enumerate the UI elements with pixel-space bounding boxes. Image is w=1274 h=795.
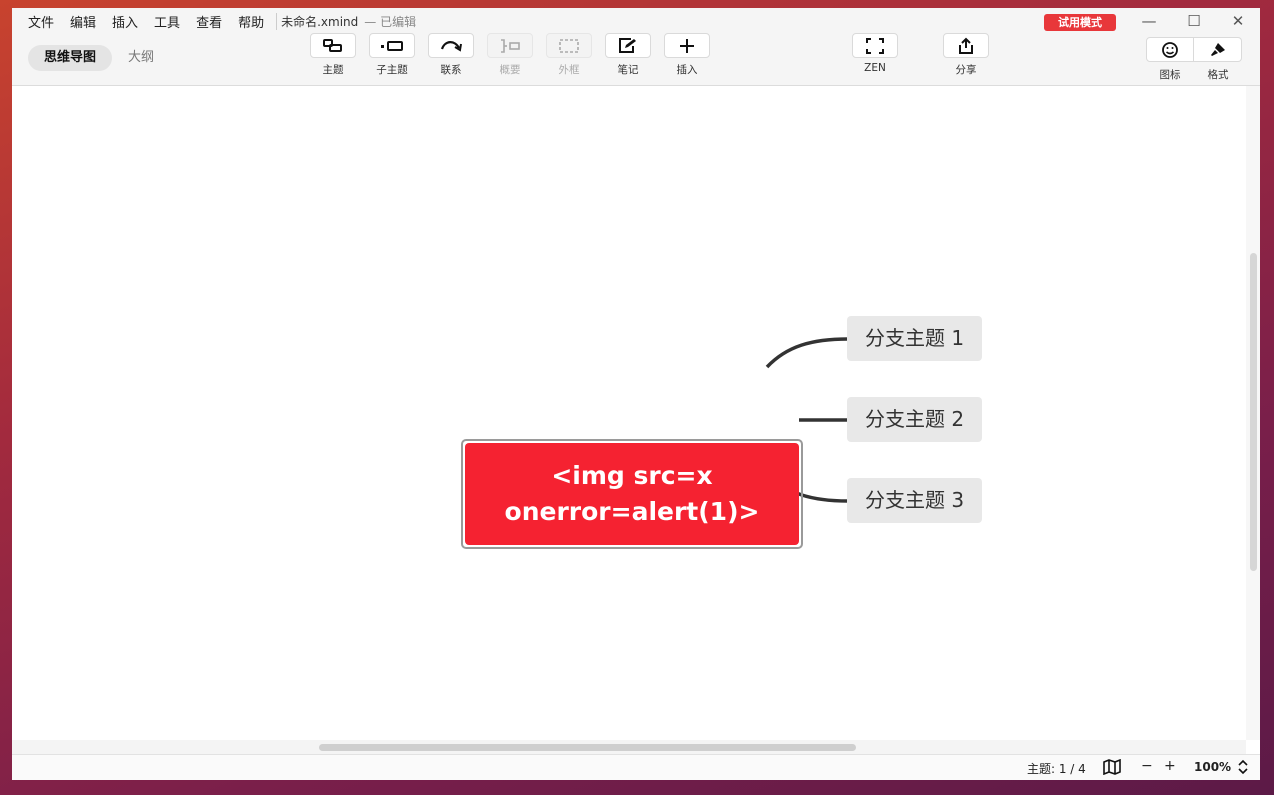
- map-outline-toggle[interactable]: [1103, 758, 1121, 778]
- insert-button[interactable]: [664, 33, 710, 58]
- branch-connectors: [765, 337, 849, 503]
- smiley-icon: [1162, 41, 1178, 58]
- plus-icon: [680, 38, 694, 53]
- summary-button[interactable]: [487, 33, 533, 58]
- note-label: 笔记: [617, 64, 639, 76]
- zen-label: ZEN: [864, 62, 886, 74]
- branch-topic-3[interactable]: 分支主题 3: [847, 478, 983, 523]
- share-label: 分享: [955, 64, 977, 76]
- note-button[interactable]: [605, 33, 651, 58]
- fullscreen-icon: [866, 37, 884, 54]
- mindmap-canvas[interactable]: <img src=x onerror=alert(1)> 分支主题 1 分支主题…: [12, 86, 1260, 754]
- title-toolbar-area: 文件 编辑 插入 工具 查看 帮助 未命名.xmind — 已编辑 试用模式 —…: [12, 8, 1260, 86]
- insert-label: 插入: [676, 64, 698, 76]
- note-pencil-icon: [619, 37, 636, 53]
- menu-insert[interactable]: 插入: [112, 12, 138, 31]
- topic-tool[interactable]: 主题: [310, 33, 356, 77]
- branch-topic-2[interactable]: 分支主题 2: [847, 397, 983, 442]
- share-icon: [959, 37, 973, 54]
- menu-edit[interactable]: 编辑: [70, 12, 96, 31]
- icons-panel-label: 图标: [1159, 69, 1181, 81]
- menu-help[interactable]: 帮助: [238, 12, 264, 31]
- summary-label: 概要: [499, 64, 521, 76]
- subtopic-icon: [381, 40, 403, 51]
- boundary-dashed-box-icon: [559, 38, 579, 53]
- paint-brush-icon: [1210, 42, 1225, 56]
- subtopic-tool[interactable]: 子主题: [369, 33, 415, 77]
- status-bar: 主题: 1 / 4 − + 100%: [12, 754, 1260, 780]
- xmind-window: 文件 编辑 插入 工具 查看 帮助 未命名.xmind — 已编辑 试用模式 —…: [12, 8, 1260, 780]
- zoom-in-button[interactable]: +: [1164, 758, 1176, 774]
- format-panel-label: 格式: [1207, 69, 1229, 81]
- topic-label: 主题: [322, 64, 344, 76]
- zen-button[interactable]: [852, 33, 898, 58]
- boundary-tool[interactable]: 外框: [546, 33, 592, 77]
- tab-mindmap[interactable]: 思维导图: [28, 45, 113, 71]
- horizontal-scroll-thumb[interactable]: [319, 744, 856, 751]
- topic-count: 主题: 1 / 4: [1027, 762, 1086, 776]
- icons-panel-tool[interactable]: 图标: [1146, 37, 1194, 82]
- branch-topic-1[interactable]: 分支主题 1: [847, 316, 983, 361]
- zen-tool[interactable]: ZEN: [852, 33, 898, 74]
- icons-panel-button[interactable]: [1146, 37, 1194, 62]
- zoom-level[interactable]: 100%: [1194, 760, 1231, 774]
- boundary-button[interactable]: [546, 33, 592, 58]
- share-button[interactable]: [943, 33, 989, 58]
- relationship-button[interactable]: [428, 33, 474, 58]
- minimize-button[interactable]: —: [1138, 10, 1160, 32]
- boundary-label: 外框: [558, 64, 580, 76]
- format-panel-tool[interactable]: 格式: [1194, 37, 1242, 82]
- subtopic-button[interactable]: [369, 33, 415, 58]
- share-tool[interactable]: 分享: [943, 33, 989, 77]
- vertical-scroll-thumb[interactable]: [1250, 253, 1257, 571]
- chevron-up-down-icon: [1238, 759, 1248, 775]
- relationship-curve-icon: [440, 40, 462, 52]
- relationship-label: 联系: [440, 64, 462, 76]
- view-tabs: 思维导图 大纲: [28, 45, 170, 71]
- menu-tools[interactable]: 工具: [154, 12, 180, 31]
- menubar: 文件 编辑 插入 工具 查看 帮助 未命名.xmind — 已编辑: [28, 12, 416, 31]
- central-topic[interactable]: <img src=x onerror=alert(1)>: [465, 443, 799, 545]
- menu-file[interactable]: 文件: [28, 12, 54, 31]
- insert-tool[interactable]: 插入: [664, 33, 710, 77]
- document-title: 未命名.xmind: [276, 13, 358, 30]
- tab-outline[interactable]: 大纲: [112, 45, 170, 71]
- relationship-tool[interactable]: 联系: [428, 33, 474, 77]
- central-topic-selection[interactable]: <img src=x onerror=alert(1)>: [461, 439, 803, 549]
- subtopic-label: 子主题: [376, 64, 408, 76]
- trial-mode-badge[interactable]: 试用模式: [1044, 14, 1116, 31]
- map-icon: [1103, 758, 1121, 776]
- summary-bracket-icon: [501, 38, 520, 53]
- document-status: — 已编辑: [364, 15, 417, 29]
- zoom-out-button[interactable]: −: [1141, 758, 1153, 774]
- close-button[interactable]: ✕: [1227, 10, 1249, 32]
- note-tool[interactable]: 笔记: [605, 33, 651, 77]
- topic-button[interactable]: [310, 33, 356, 58]
- menu-view[interactable]: 查看: [196, 12, 222, 31]
- format-panel-button[interactable]: [1194, 37, 1242, 62]
- topic-icon: [323, 38, 342, 52]
- maximize-button[interactable]: ☐: [1183, 10, 1205, 32]
- zoom-stepper[interactable]: [1237, 759, 1249, 778]
- summary-tool[interactable]: 概要: [487, 33, 533, 77]
